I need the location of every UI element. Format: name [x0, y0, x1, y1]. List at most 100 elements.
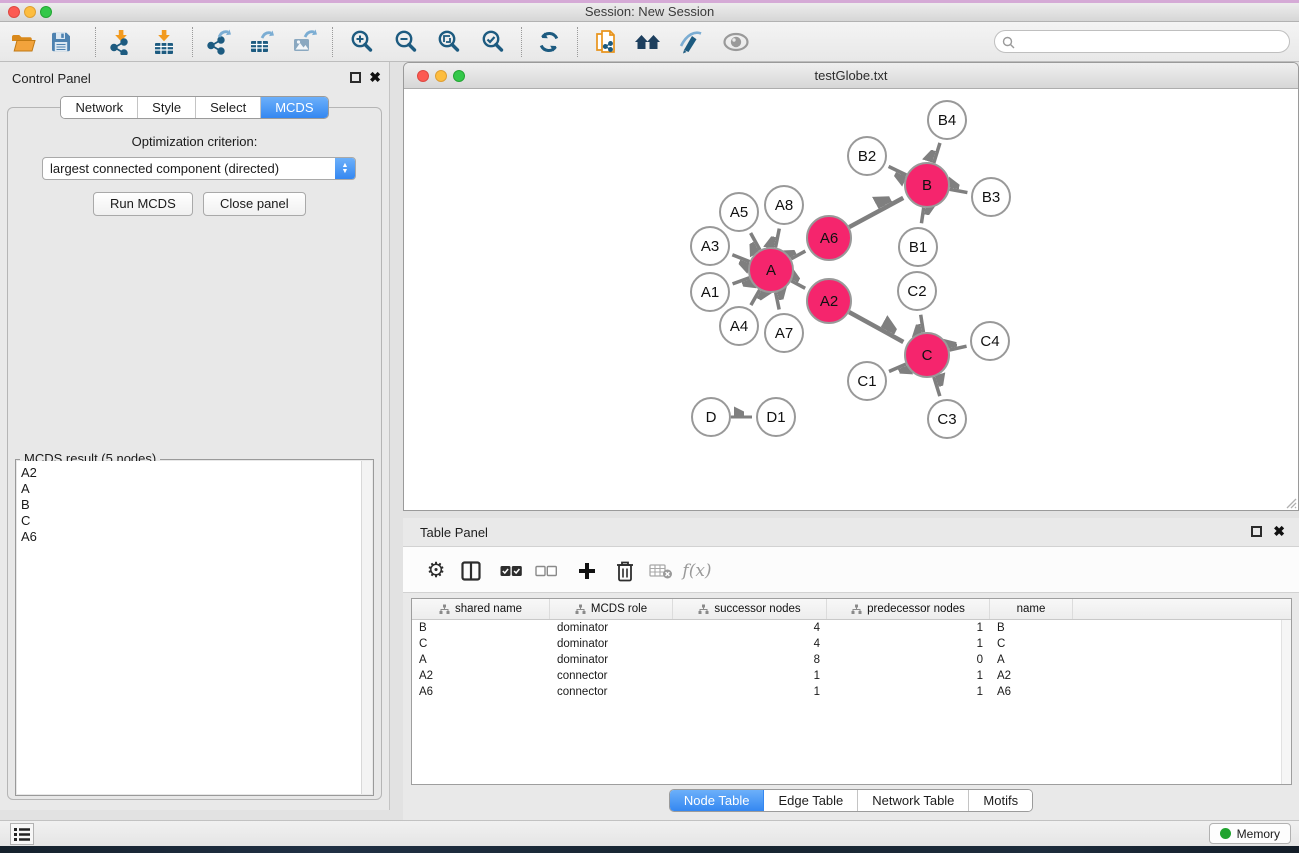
network-canvas[interactable]: B4B2BB3A8A5A6A3B1AA1C2A2A4A7C4CC1C3DD1 — [404, 89, 1298, 510]
resize-grip-icon[interactable] — [1283, 495, 1297, 509]
result-scrollbar[interactable] — [361, 461, 372, 794]
mcds-result-item[interactable]: A2 — [17, 465, 372, 481]
tab-motifs[interactable]: Motifs — [969, 790, 1032, 811]
export-table-button[interactable] — [242, 25, 280, 59]
open-session-button[interactable] — [4, 25, 42, 59]
column-header-shared-name[interactable]: shared name — [412, 599, 550, 619]
graph-edge-A-A8[interactable] — [776, 229, 780, 248]
add-column-button[interactable] — [573, 557, 601, 585]
node-table: shared nameMCDS rolesuccessor nodesprede… — [411, 598, 1292, 785]
close-panel-button[interactable]: Close panel — [203, 192, 306, 216]
table-row[interactable]: Bdominator41B — [412, 620, 1291, 636]
hide-handles-button[interactable] — [672, 25, 710, 59]
mcds-result-group: MCDS result (5 nodes) A2ABCA6 — [15, 459, 374, 796]
graph-edge-B-B4[interactable] — [934, 143, 940, 163]
export-image-button[interactable] — [285, 25, 323, 59]
graph-edge-B-B1[interactable] — [921, 208, 923, 223]
graph-edge-A-A2[interactable] — [791, 281, 805, 288]
tab-mcds[interactable]: MCDS — [261, 97, 327, 118]
task-history-button[interactable] — [10, 823, 34, 845]
graph-edge-A-A7[interactable] — [776, 293, 780, 310]
graph-edge-A-A3[interactable] — [732, 255, 749, 262]
delete-column-button[interactable] — [611, 557, 639, 585]
close-network-button[interactable] — [417, 70, 429, 82]
graph-node-label: D1 — [766, 409, 785, 426]
tab-style[interactable]: Style — [138, 97, 196, 118]
graph-edge-A6-B[interactable] — [849, 198, 903, 227]
table-settings-button[interactable]: ⚙ — [422, 557, 450, 585]
table-row[interactable]: A2connector11A2 — [412, 668, 1291, 684]
zoom-fit-icon — [436, 29, 462, 55]
function-builder-button[interactable]: f(x) — [677, 557, 717, 585]
zoom-fit-button[interactable] — [430, 25, 468, 59]
graph-node-label: B4 — [938, 112, 956, 129]
graph-edge-A-A5[interactable] — [751, 233, 760, 250]
show-graphics-details-button[interactable] — [717, 25, 755, 59]
table-row[interactable]: Adominator80A — [412, 652, 1291, 668]
column-header-successor-nodes[interactable]: successor nodes — [673, 599, 827, 619]
zoom-in-button[interactable] — [343, 25, 381, 59]
graph-edge-A-A4[interactable] — [751, 290, 760, 305]
tab-node-table[interactable]: Node Table — [670, 790, 765, 811]
tab-network[interactable]: Network — [61, 97, 138, 118]
zoom-window-button[interactable] — [40, 6, 52, 18]
graph-edge-C-C1[interactable] — [889, 364, 906, 371]
app-titlebar: Session: New Session — [0, 3, 1299, 22]
import-network-button[interactable] — [102, 25, 140, 59]
tab-network-table[interactable]: Network Table — [858, 790, 969, 811]
minimize-network-button[interactable] — [435, 70, 447, 82]
graph-edge-B-B3[interactable] — [950, 189, 968, 192]
network-window-titlebar[interactable]: testGlobe.txt — [404, 63, 1298, 89]
refresh-view-button[interactable] — [530, 25, 568, 59]
table-scrollbar[interactable] — [1281, 620, 1291, 784]
column-header-predecessor-nodes[interactable]: predecessor nodes — [827, 599, 990, 619]
mcds-result-item[interactable]: B — [17, 497, 372, 513]
column-header-MCDS-role[interactable]: MCDS role — [550, 599, 673, 619]
mcds-result-item[interactable]: A6 — [17, 529, 372, 545]
fx-icon: f(x) — [682, 561, 711, 581]
run-mcds-button[interactable]: Run MCDS — [93, 192, 193, 216]
open-session-file-button[interactable] — [587, 25, 625, 59]
memory-button[interactable]: Memory — [1209, 823, 1291, 844]
select-all-button[interactable] — [497, 557, 525, 585]
cybrowser-home-button[interactable] — [629, 25, 667, 59]
graph-edge-A2-C[interactable] — [849, 312, 903, 342]
table-tabs: Node Table Edge Table Network Table Moti… — [403, 789, 1299, 812]
import-table-button[interactable] — [145, 25, 183, 59]
close-table-panel-button[interactable]: ✖ — [1273, 523, 1285, 540]
import-table-icon — [151, 29, 177, 55]
graph-node-label: D — [706, 409, 717, 426]
table-row[interactable]: A6connector11A6 — [412, 684, 1291, 700]
graph-edge-C-C3[interactable] — [934, 377, 940, 396]
graph-edge-C-C4[interactable] — [949, 346, 966, 350]
toolbar-separator — [577, 27, 578, 57]
search-input[interactable] — [1019, 32, 1283, 51]
graph-edge-A-A6[interactable] — [791, 251, 805, 259]
tab-edge-table[interactable]: Edge Table — [764, 790, 858, 811]
save-session-button[interactable] — [42, 25, 80, 59]
zoom-network-button[interactable] — [453, 70, 465, 82]
close-window-button[interactable] — [8, 6, 20, 18]
graph-node-label: A — [766, 262, 776, 279]
delete-table-button[interactable] — [647, 557, 675, 585]
criterion-dropdown[interactable]: largest connected component (directed) ▲… — [42, 157, 356, 180]
export-network-button[interactable] — [200, 25, 238, 59]
list-icon — [13, 826, 31, 842]
close-panel-icon-button[interactable]: ✖ — [369, 69, 381, 86]
column-header-name[interactable]: name — [990, 599, 1073, 619]
minimize-window-button[interactable] — [24, 6, 36, 18]
float-panel-button[interactable] — [350, 72, 361, 83]
graph-edge-C-C2[interactable] — [921, 315, 924, 333]
mcds-result-list[interactable]: A2ABCA6 — [17, 461, 372, 794]
mcds-result-item[interactable]: A — [17, 481, 372, 497]
table-row[interactable]: Cdominator41C — [412, 636, 1291, 652]
float-table-panel-button[interactable] — [1251, 526, 1262, 537]
graph-edge-A-A1[interactable] — [733, 278, 750, 284]
zoom-selected-button[interactable] — [474, 25, 512, 59]
mcds-result-item[interactable]: C — [17, 513, 372, 529]
zoom-out-button[interactable] — [387, 25, 425, 59]
deselect-all-button[interactable] — [532, 557, 560, 585]
graph-edge-B-B2[interactable] — [889, 166, 907, 175]
column-visibility-button[interactable] — [457, 557, 485, 585]
tab-select[interactable]: Select — [196, 97, 261, 118]
